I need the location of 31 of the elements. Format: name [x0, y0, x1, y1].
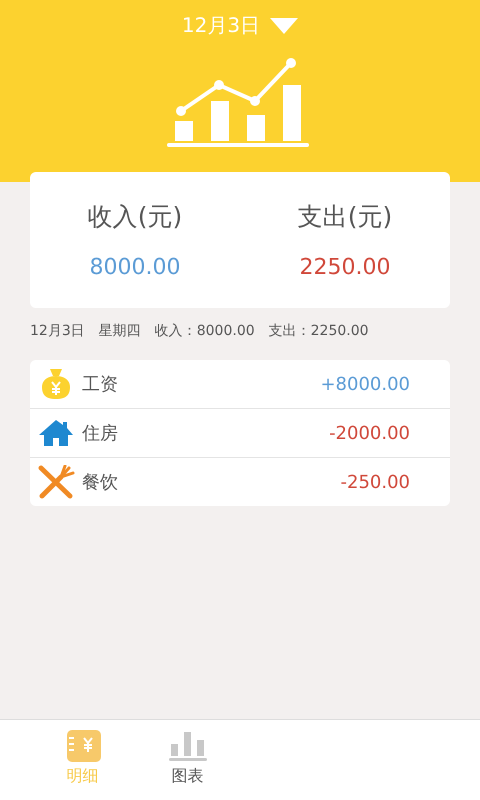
notebook-icon [64, 730, 100, 762]
record-category: 餐饮 [82, 471, 119, 494]
summary-amount: 8000.00 [90, 255, 180, 280]
chart-bar [175, 121, 193, 141]
record-category: 住房 [82, 422, 119, 445]
nav-tab[interactable]: 图表 [135, 720, 240, 800]
chart-point [286, 58, 296, 68]
chart-point [176, 106, 186, 116]
record-amount: +8000.00 [320, 374, 410, 394]
record-row[interactable]: 工资 +8000.00 [30, 360, 450, 408]
house-icon [38, 419, 74, 447]
chart-point [214, 80, 224, 90]
day-date: 12月3日 [30, 322, 85, 341]
record-row[interactable]: 住房 -2000.00 [30, 408, 450, 457]
day-income: 收入：8000.00 [154, 322, 255, 341]
record-category: 工资 [82, 373, 119, 396]
chart-bar [283, 85, 301, 141]
summary-label: 收入(元) [88, 201, 182, 233]
bar-chart-icon [168, 730, 206, 762]
day-expense: 支出：2250.00 [268, 322, 369, 341]
chart-bar [247, 115, 265, 141]
chart-bar [211, 101, 229, 141]
record-row[interactable]: 餐饮 -250.00 [30, 457, 450, 506]
fork-knife-icon [37, 465, 75, 499]
summary-label: 支出(元) [298, 201, 392, 233]
record-amount: -2000.00 [329, 422, 410, 444]
weekday: 星期四 [98, 322, 141, 341]
chart-point [250, 96, 260, 106]
summary-amount: 2250.00 [300, 255, 390, 280]
caret-down-icon [270, 18, 298, 34]
record-amount: -250.00 [340, 472, 410, 492]
